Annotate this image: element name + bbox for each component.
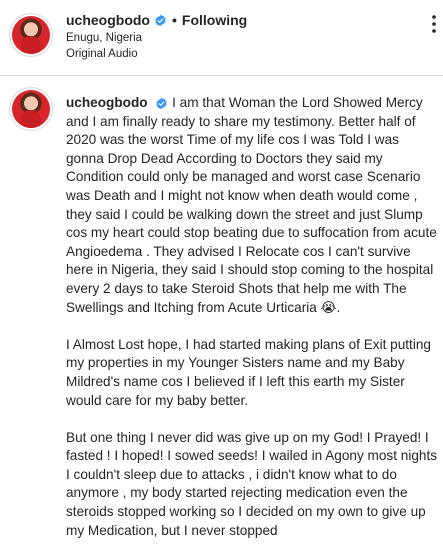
more-options-icon[interactable] — [431, 12, 437, 36]
location-link[interactable]: Enugu, Nigeria — [66, 32, 142, 44]
profile-avatar[interactable] — [12, 16, 50, 54]
caption-paragraph: I Almost Lost hope, I had started making… — [66, 336, 431, 408]
caption-paragraph: ucheogbodo I am that Woman the Lord Show… — [66, 94, 438, 317]
caption-text-1: I am that Woman the Lord Showed Mercy an… — [66, 95, 437, 315]
following-button[interactable]: Following — [182, 12, 247, 28]
caption-username[interactable]: ucheogbodo — [66, 95, 148, 110]
caption-verified-badge-icon — [156, 97, 167, 110]
caption-avatar[interactable] — [12, 90, 50, 128]
header-username[interactable]: ucheogbodo — [66, 12, 150, 28]
separator-dot: • — [172, 12, 177, 28]
verified-badge-icon — [155, 14, 166, 26]
post-caption: ucheogbodo I am that Woman the Lord Show… — [66, 94, 438, 559]
audio-link[interactable]: Original Audio — [66, 48, 138, 60]
header-user-row: ucheogbodo • Following — [66, 12, 247, 28]
caption-paragraph: But one thing I never did was give up on… — [66, 429, 438, 538]
post-header: ucheogbodo • Following Enugu, Nigeria Or… — [0, 0, 443, 76]
